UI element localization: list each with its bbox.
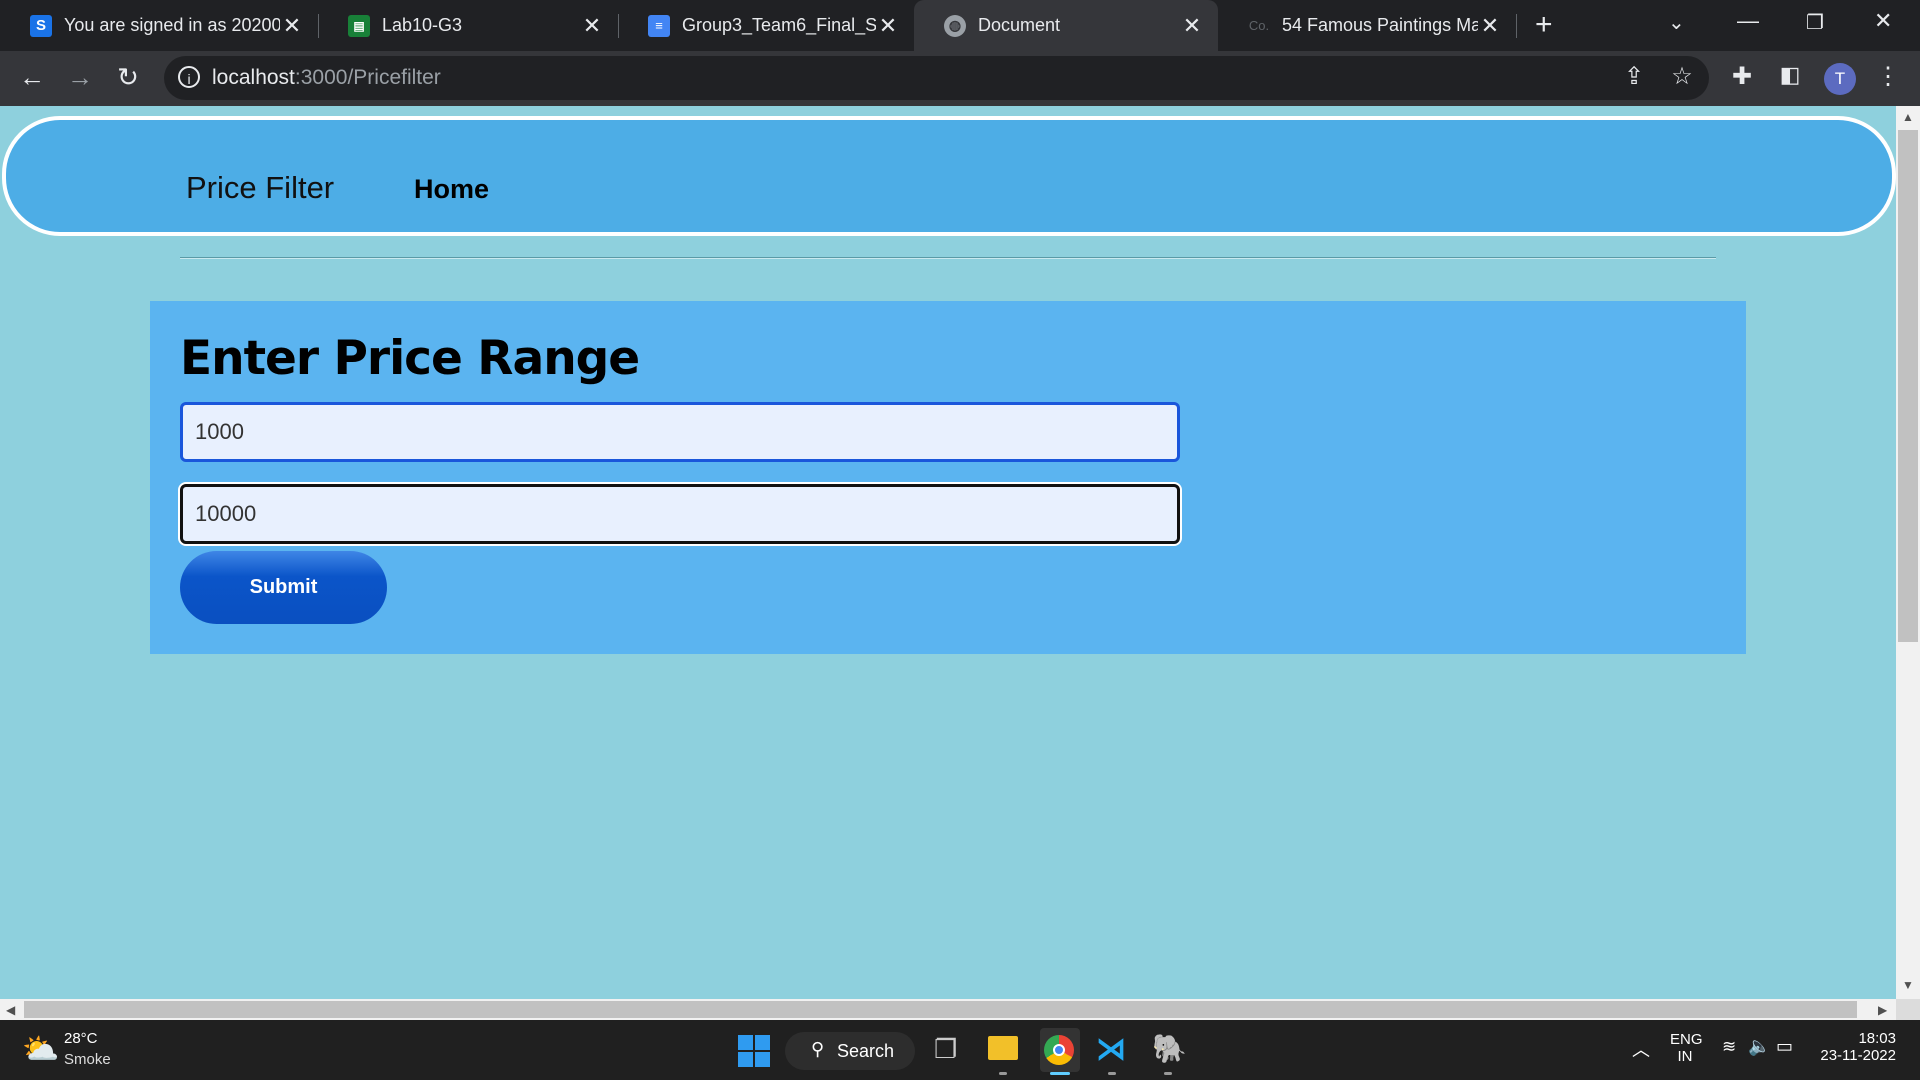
scroll-down-arrow-icon[interactable]: ▼ [1902, 978, 1914, 992]
tab-strip: S You are signed in as 202001 ✕ ▤ Lab10-… [0, 0, 1920, 51]
brand-link[interactable]: Price Filter [186, 170, 334, 206]
sheets-icon: ▤ [348, 14, 370, 37]
app-running-indicator [1108, 1072, 1116, 1075]
date: 23-11-2022 [1820, 1047, 1896, 1064]
battery-icon[interactable]: ▭ [1776, 1036, 1793, 1057]
url-text[interactable]: localhost:3000/Pricefilter [212, 66, 441, 90]
globe-icon: ◍ [944, 14, 966, 37]
min-price-input[interactable] [180, 402, 1180, 462]
lang-bottom: IN [1677, 1048, 1693, 1065]
tab-lab10[interactable]: ▤ Lab10-G3 ✕ [318, 0, 618, 51]
share-icon[interactable]: ⇪ [1618, 62, 1650, 91]
chrome-icon[interactable] [1044, 1035, 1074, 1065]
weather-cloud-icon[interactable]: ⛅ [22, 1032, 59, 1067]
divider [180, 257, 1716, 259]
taskbar-search[interactable]: ⚲ Search [785, 1032, 915, 1070]
page-viewport: Price Filter Home Enter Price Range Subm… [0, 106, 1896, 999]
home-link[interactable]: Home [414, 174, 489, 205]
horizontal-scroll-thumb[interactable] [24, 1001, 1857, 1018]
max-price-input[interactable] [180, 484, 1180, 544]
s-logo-icon: S [30, 14, 52, 37]
weather-condition[interactable]: Smoke [64, 1051, 111, 1068]
profile-avatar[interactable]: T [1824, 63, 1856, 95]
url-path: :3000/Pricefilter [294, 66, 441, 89]
window-close-icon[interactable]: ✕ [1874, 8, 1892, 34]
start-tile [738, 1052, 753, 1067]
start-tile [755, 1052, 770, 1067]
close-icon[interactable]: ✕ [1180, 13, 1204, 39]
extensions-puzzle-icon[interactable]: ✚ [1726, 62, 1758, 91]
scroll-right-arrow-icon[interactable]: ▶ [1878, 1003, 1887, 1017]
price-filter-card: Enter Price Range Submit [150, 301, 1746, 654]
tab-divider [1516, 14, 1517, 38]
co-logo-icon: Co. [1248, 18, 1270, 33]
reload-icon[interactable]: ↻ [112, 62, 144, 93]
scroll-up-arrow-icon[interactable]: ▲ [1902, 110, 1914, 124]
tab-title: 54 Famous Paintings Made I [1282, 15, 1478, 35]
forward-arrow-icon[interactable]: → [64, 62, 96, 93]
time: 18:03 [1858, 1030, 1896, 1047]
postgres-elephant-icon[interactable]: 🐘 [1152, 1032, 1187, 1065]
minimize-icon[interactable]: — [1737, 8, 1759, 34]
tab-search-chevron-icon[interactable]: ⌄ [1668, 10, 1685, 35]
close-icon[interactable]: ✕ [280, 13, 304, 39]
tab-group3[interactable]: ≡ Group3_Team6_Final_Submi ✕ [618, 0, 914, 51]
docs-icon: ≡ [648, 14, 670, 37]
windows-start-icon[interactable] [738, 1035, 770, 1067]
wifi-icon[interactable]: ≋ [1722, 1037, 1736, 1057]
scrollbar-corner [1896, 999, 1920, 1020]
lang-top: ENG [1670, 1031, 1703, 1048]
search-label: Search [837, 1041, 895, 1061]
bookmark-star-icon[interactable]: ☆ [1666, 62, 1698, 91]
url-host: localhost [212, 66, 295, 89]
info-icon[interactable]: i [178, 66, 200, 88]
tab-title: Document [978, 15, 1061, 35]
vscode-icon[interactable]: ⋊ [1096, 1032, 1126, 1067]
app-running-indicator [1164, 1072, 1172, 1075]
close-icon[interactable]: ✕ [1478, 13, 1502, 39]
language-indicator[interactable]: ENG IN [1670, 1031, 1703, 1065]
new-tab-plus-icon[interactable]: + [1535, 8, 1553, 42]
tab-signed-in[interactable]: S You are signed in as 202001 ✕ [0, 0, 318, 51]
task-view-icon[interactable]: ❐ [934, 1034, 957, 1065]
clock[interactable]: 18:03 23-11-2022 [1818, 1030, 1896, 1064]
tab-title: Group3_Team6_Final_Submi [682, 15, 876, 35]
scroll-left-arrow-icon[interactable]: ◀ [6, 1003, 15, 1017]
restore-icon[interactable]: ❐ [1806, 10, 1824, 35]
file-explorer-icon[interactable] [988, 1036, 1018, 1060]
vertical-scroll-thumb[interactable] [1898, 130, 1918, 642]
close-icon[interactable]: ✕ [876, 13, 900, 39]
search-icon: ⚲ [811, 1039, 825, 1059]
menu-kebab-icon[interactable]: ⋮ [1872, 62, 1904, 91]
chrome-center [1053, 1044, 1065, 1056]
submit-button[interactable]: Submit [180, 551, 387, 624]
back-arrow-icon[interactable]: ← [16, 62, 48, 93]
tab-title: Lab10-G3 [382, 15, 463, 35]
temperature[interactable]: 28°C [64, 1030, 98, 1047]
page-title: Enter Price Range [180, 331, 640, 386]
volume-icon[interactable]: 🔈 [1748, 1036, 1770, 1057]
side-panel-icon[interactable]: ◧ [1774, 62, 1806, 88]
tray-chevron-up-icon[interactable]: ︿ [1632, 1036, 1650, 1062]
app-active-indicator [1050, 1072, 1070, 1075]
start-tile [755, 1035, 770, 1050]
tab-title: You are signed in as 202001 [64, 15, 280, 35]
navbar: Price Filter Home [2, 116, 1896, 236]
start-tile [738, 1035, 753, 1050]
tab-paintings[interactable]: Co. 54 Famous Paintings Made I ✕ [1218, 0, 1516, 51]
app-running-indicator [999, 1072, 1007, 1075]
close-icon[interactable]: ✕ [580, 13, 604, 39]
tab-document[interactable]: ◍ Document ✕ [914, 0, 1218, 51]
